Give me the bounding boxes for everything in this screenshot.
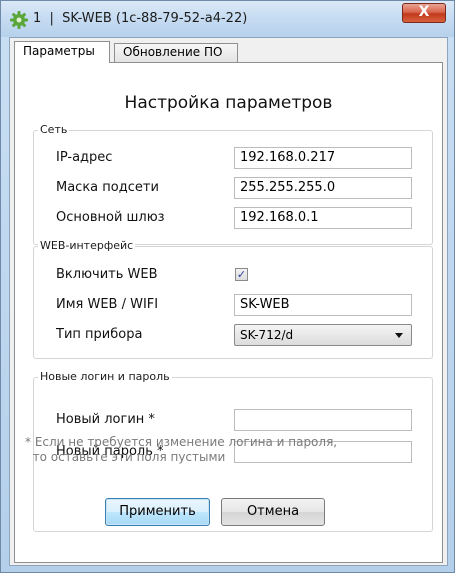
app-window: 1 | SK-WEB (1c-88-79-52-a4-22) X Парамет… [0, 0, 455, 573]
window-title: 1 | SK-WEB (1c-88-79-52-a4-22) [33, 11, 248, 26]
login-field[interactable] [234, 409, 412, 431]
network-group-label: Сеть [38, 123, 70, 136]
web-name-field[interactable]: SK-WEB [234, 294, 412, 316]
dialog-body: Параметры Обновление ПО Настройка параме… [9, 37, 448, 566]
close-button[interactable]: X [402, 3, 446, 23]
page-title: Настройка параметров [124, 93, 333, 113]
device-type-select[interactable]: SK-712/d [234, 324, 412, 346]
mask-label: Маска подсети [56, 180, 159, 195]
tab-parameters[interactable]: Параметры [14, 41, 110, 63]
device-type-value: SK-712/d [240, 328, 294, 342]
ip-address-field[interactable]: 192.168.0.217 [234, 147, 412, 169]
title-bar[interactable]: 1 | SK-WEB (1c-88-79-52-a4-22) X [1, 1, 454, 37]
web-interface-group: WEB-интерфейс Включить WEB ✓ Имя WEB / W… [33, 239, 433, 359]
subnet-mask-field[interactable]: 255.255.255.0 [234, 177, 412, 199]
enable-web-label: Включить WEB [56, 267, 158, 282]
web-group-label: WEB-интерфейс [38, 239, 136, 252]
login-label: Новый логин * [56, 412, 155, 427]
gear-icon [10, 11, 28, 29]
tab-panel: Настройка параметров Сеть IP-адрес 192.1… [14, 62, 443, 563]
web-name-label: Имя WEB / WIFI [56, 297, 159, 312]
tab-firmware-update[interactable]: Обновление ПО [114, 43, 238, 62]
device-type-label: Тип прибора [56, 327, 143, 342]
hint-note: * Если не требуется изменение логина и п… [25, 435, 338, 464]
gateway-field[interactable]: 192.168.0.1 [234, 207, 412, 229]
gateway-label: Основной шлюз [56, 210, 165, 225]
network-group: Сеть IP-адрес 192.168.0.217 Маска подсет… [33, 123, 433, 245]
chevron-down-icon [395, 333, 403, 338]
ip-label: IP-адрес [56, 150, 113, 165]
apply-button[interactable]: Применить [105, 498, 210, 526]
cancel-button[interactable]: Отмена [221, 498, 325, 526]
enable-web-checkbox[interactable]: ✓ [235, 268, 248, 281]
credentials-group-label: Новые логин и пароль [38, 370, 172, 383]
